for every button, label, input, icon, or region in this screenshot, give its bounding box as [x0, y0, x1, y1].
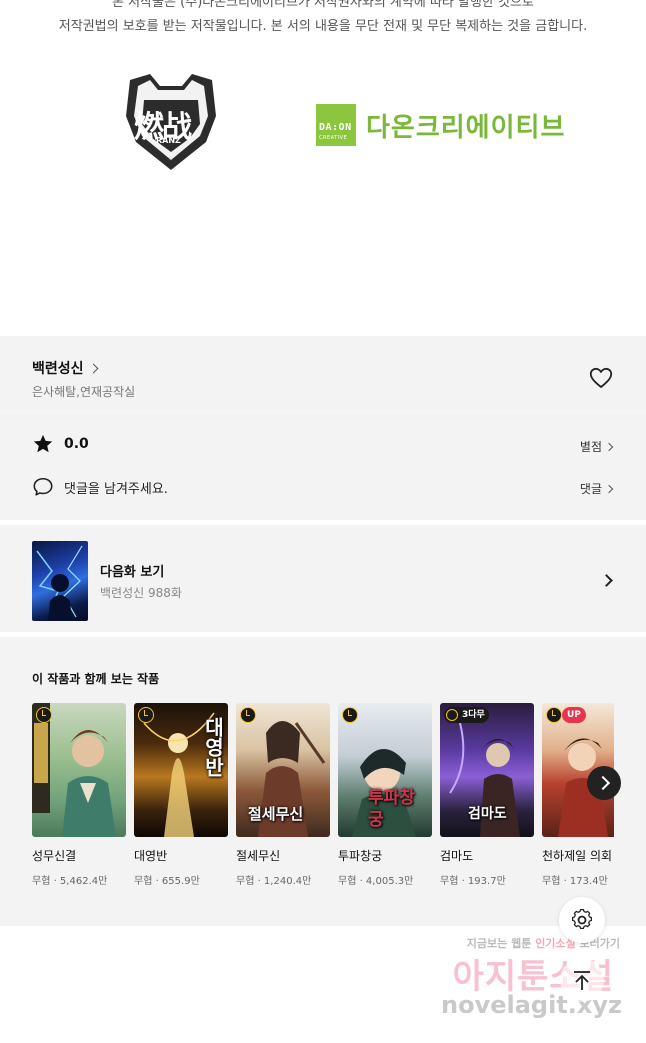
daon-mark-subtext: CREATIVE [319, 135, 348, 141]
next-episode-label: 다음화 보기 [100, 565, 165, 580]
daon-logo-mark: DA:ON CREATIVE [316, 104, 356, 146]
next-episode-card[interactable] [0, 525, 646, 631]
publisher-logo-daon: DA:ON CREATIVE 다온크리에이티브 [316, 104, 565, 146]
comment-icon [33, 477, 53, 496]
recommend-meta: 무협 · 4,005.3만 [338, 876, 414, 887]
divider [0, 632, 646, 637]
next-episode-subtitle: 백련성신 988화 [100, 586, 182, 600]
next-episode-thumbnail[interactable] [32, 541, 88, 621]
chevron-right-icon [604, 442, 614, 451]
recommend-item[interactable]: 성무신결 무협 · 5,462.4만 [32, 703, 126, 887]
copyright-line-1: 본 저작물은 (주)다온크리에이티브가 저작권자와의 계약에 따라 발행한 것으… [112, 0, 534, 10]
divider [0, 410, 646, 414]
clock-badge-icon [138, 707, 154, 723]
clock-badge-icon [446, 709, 458, 721]
comment-placeholder: 댓글을 남겨주세요. [64, 481, 168, 497]
site-watermark: 지금보는 웹툰 인기소설 보러가기 아지툰소설 novelagit.xyz [440, 935, 636, 1025]
comment-link-label: 댓글 [579, 482, 602, 496]
chevron-right-icon [88, 363, 98, 373]
recommend-cover-title: 검마도 [468, 806, 507, 822]
recommend-item[interactable]: 검마도 3다무 검마도 무협 · 193.7만 [440, 703, 534, 887]
promo-badge-label: 3다무 [462, 710, 485, 720]
publisher-logo-ranz: 燃战 RANZ [120, 72, 222, 172]
comment-link[interactable]: 댓글 [579, 480, 614, 497]
recommend-title: 천하제일 의회 [542, 849, 613, 863]
recommend-meta: 무협 · 1,240.4만 [236, 876, 312, 887]
comment-prompt[interactable]: 댓글을 남겨주세요. [32, 476, 168, 498]
work-title-link[interactable]: 백련성신 [32, 358, 98, 378]
gear-icon [571, 908, 593, 929]
recommend-item[interactable]: 대영반 대영반 무협 · 655.9만 [134, 703, 228, 887]
recommend-item[interactable]: 절세무신 절세무신 무협 · 1,240.4만 [236, 703, 330, 887]
recommend-title: 검마도 [440, 849, 474, 863]
recommend-cover: 절세무신 [236, 703, 330, 837]
rating-display: 0.0 [32, 433, 89, 455]
recommend-cover: 투파창궁 [338, 703, 432, 837]
up-badge: UP [562, 707, 586, 723]
recommend-cover-title: 절세무신 [248, 805, 304, 823]
recommend-cover-title: 투파창궁 [368, 788, 415, 830]
scroll-top-icon [574, 971, 590, 990]
recommend-title: 대영반 [134, 849, 168, 863]
recommend-next-button[interactable] [587, 766, 621, 800]
recommend-item[interactable]: 투파창궁 투파창궁 무협 · 4,005.3만 [338, 703, 432, 887]
recommend-list: 성무신결 무협 · 5,462.4만 대영반 대영반 무협 · 655.9만 절… [32, 703, 614, 893]
logo-left-subtext: RANZ [156, 136, 181, 145]
clock-badge-icon [546, 707, 562, 723]
promo-badge: 3다무 [444, 707, 489, 723]
recommend-cover [32, 703, 126, 837]
recommend-meta: 무협 · 655.9만 [134, 876, 200, 887]
thumbnail-art [36, 545, 83, 621]
rating-link[interactable]: 별점 [579, 438, 614, 455]
work-authors: 은사해탈,연재공작실 [32, 385, 136, 399]
recommend-cover-title: 대영반 [201, 717, 225, 777]
rating-link-label: 별점 [579, 440, 602, 454]
star-icon [33, 434, 53, 453]
settings-button[interactable] [559, 897, 605, 943]
rating-score: 0.0 [64, 436, 89, 452]
recommend-title: 성무신결 [32, 849, 77, 863]
recommend-meta: 무협 · 193.7만 [440, 876, 506, 887]
recommend-title: 투파창궁 [338, 849, 383, 863]
clock-badge-icon [240, 707, 256, 723]
copyright-line-2: 저작권법의 보호를 받는 저작물입니다. 본 서의 내용을 무단 전재 및 무단… [58, 19, 588, 34]
favorite-button[interactable] [588, 366, 614, 390]
clock-badge-icon [36, 707, 52, 723]
recommend-cover: 대영반 [134, 703, 228, 837]
scroll-top-button[interactable] [560, 958, 604, 1002]
cover-art [32, 703, 116, 837]
recommend-meta: 무협 · 5,462.4만 [32, 876, 108, 887]
recommend-section-title: 이 작품과 함께 보는 작품 [32, 672, 160, 686]
clock-badge-icon [342, 707, 358, 723]
work-title: 백련성신 [32, 361, 84, 377]
daon-logo-text: 다온크리에이티브 [366, 112, 566, 143]
recommend-meta: 무협 · 173.4만 [542, 876, 608, 887]
copyright-notice: 본 저작물은 (주)다온크리에이티브가 저작권자와의 계약에 따라 발행한 것으… [0, 0, 646, 39]
heart-icon [589, 367, 613, 388]
recommend-cover: 검마도 3다무 [440, 703, 534, 837]
recommend-title: 절세무신 [236, 849, 281, 863]
chevron-right-icon [604, 484, 614, 493]
daon-mark-text: DA:ON [319, 122, 352, 133]
